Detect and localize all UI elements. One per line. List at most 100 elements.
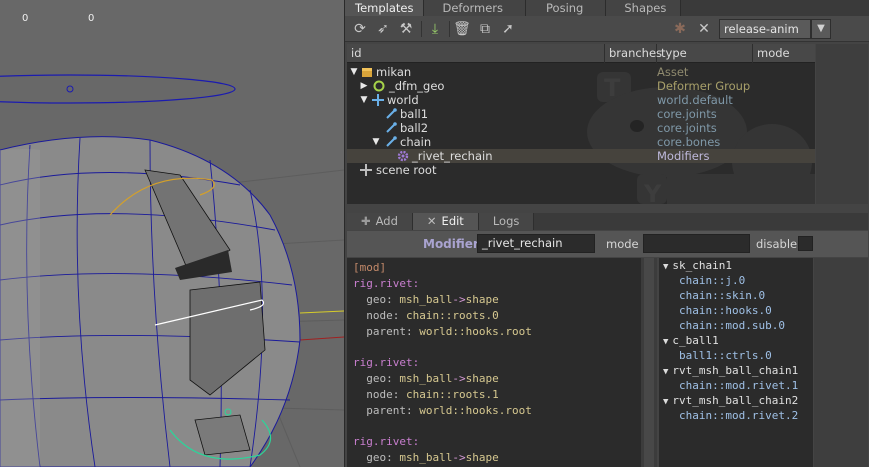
tree-item-label: _rivet_rechain: [412, 149, 493, 163]
tab-shapes[interactable]: Shapes: [606, 0, 682, 16]
expand-arrow-icon: ▼: [663, 367, 669, 377]
toolbar: ⟳ ➶ ⚒ ⤓ 🗑 ⧉ ➚ ✱ ✕ release-anim ▼: [345, 16, 869, 42]
outline-group[interactable]: ▼ rvt_msh_ball_chain1: [663, 363, 798, 378]
tree-item-label: chain: [400, 135, 432, 149]
code-line: geo: msh_ball->shape: [366, 372, 499, 385]
tools-icon: ✕: [426, 214, 437, 228]
trash-icon[interactable]: 🗑: [453, 20, 471, 38]
move-icon: [360, 164, 372, 176]
code-line: geo: msh_ball->shape: [366, 451, 499, 464]
disable-label: disable: [756, 237, 798, 251]
column-mode[interactable]: mode: [753, 44, 815, 63]
tab-deformers[interactable]: Deformers: [424, 0, 527, 16]
tab-templates[interactable]: Templates: [345, 0, 425, 16]
tab-logs[interactable]: Logs: [478, 213, 535, 230]
tab-add[interactable]: ✚ Add: [347, 213, 413, 230]
tab-posing[interactable]: Posing: [526, 0, 607, 16]
tools-icon[interactable]: ✕: [695, 20, 713, 38]
column-type[interactable]: type: [657, 44, 753, 63]
hud-value: 0: [22, 13, 29, 24]
chevron-down-icon[interactable]: ▼: [811, 19, 831, 39]
select-arrow-icon[interactable]: ➚: [499, 20, 517, 38]
bug-icon[interactable]: ✱: [671, 20, 689, 38]
template-tree[interactable]: T Y id branches type mode ▼ mikan Asset …: [347, 44, 815, 204]
expand-arrow-icon: ▼: [663, 397, 669, 407]
expand-arrow-icon[interactable]: ▼: [349, 65, 359, 79]
disable-checkbox[interactable]: [798, 236, 813, 251]
mode-label: mode: [606, 237, 639, 251]
bone-icon: [386, 136, 397, 147]
column-id[interactable]: id: [347, 44, 605, 63]
preset-dropdown[interactable]: release-anim: [719, 19, 811, 39]
column-branches[interactable]: branches: [605, 44, 662, 63]
outline-group[interactable]: ▼ sk_chain1: [663, 258, 732, 273]
tree-row-mikan[interactable]: ▼ mikan Asset: [347, 65, 815, 79]
tree-item-type: core.joints: [657, 107, 717, 121]
outline-item[interactable]: ball1::ctrls.0: [679, 348, 772, 363]
expand-arrow-icon[interactable]: ▼: [359, 93, 369, 107]
tree-item-label: ball1: [400, 107, 429, 121]
deformer-icon: [373, 80, 385, 92]
tree-item-type: Deformer Group: [657, 79, 751, 93]
code-section: [mod]: [353, 261, 387, 274]
tree-row-ball1[interactable]: ball1 core.joints: [347, 107, 815, 121]
code-editor[interactable]: [mod] rig.rivet: geo: msh_ball->shape no…: [347, 258, 641, 467]
tree-row-chain[interactable]: ▼ chain core.bones: [347, 135, 815, 149]
download-icon[interactable]: ⤓: [426, 20, 444, 38]
tab-edit[interactable]: ✕ Edit: [412, 213, 479, 230]
tree-row-ball2[interactable]: ball2 core.joints: [347, 121, 815, 135]
duplicate-icon[interactable]: ⧉: [476, 20, 494, 38]
panel-tabs: Templates Deformers Posing Shapes: [345, 0, 869, 16]
outline-item[interactable]: chain::mod.sub.0: [679, 318, 785, 333]
modifier-name-field[interactable]: _rivet_rechain: [477, 234, 595, 253]
expand-arrow-icon: ▼: [663, 262, 669, 272]
code-class: rig.rivet:: [353, 435, 420, 448]
code-scrollbar[interactable]: [641, 258, 657, 467]
code-line: node: chain::roots.1: [366, 388, 499, 401]
outline-item[interactable]: chain::mod.rivet.1: [679, 378, 798, 393]
outline-scrollbar[interactable]: [814, 258, 868, 467]
tree-item-label: world: [387, 93, 419, 107]
tree-row-dfm-geo[interactable]: ▶ _dfm_geo Deformer Group: [347, 79, 815, 93]
expand-arrow-icon: ▼: [663, 337, 669, 347]
gear-icon: [397, 150, 409, 162]
tree-row-world[interactable]: ▼ world world.default: [347, 93, 815, 107]
tree-item-type: core.bones: [657, 135, 721, 149]
joint-icon: [386, 122, 397, 133]
outline-group[interactable]: ▼ rvt_msh_ball_chain2: [663, 393, 798, 408]
tree-scrollbar[interactable]: [816, 44, 868, 204]
tree-header: id branches type mode: [347, 44, 815, 63]
tree-item-type: world.default: [657, 93, 733, 107]
tree-row-rivet-rechain[interactable]: _rivet_rechain Modifiers: [347, 149, 815, 163]
collapse-arrow-icon[interactable]: ▶: [359, 79, 369, 93]
tree-item-type: core.joints: [657, 121, 717, 135]
outline-panel[interactable]: ▼ sk_chain1 chain::j.0 chain::skin.0 chai…: [659, 258, 813, 467]
outline-item[interactable]: chain::mod.rivet.2: [679, 408, 798, 423]
broom-icon[interactable]: ⚒: [397, 20, 415, 38]
code-line: parent: world::hooks.root: [366, 404, 532, 417]
package-icon: [362, 68, 372, 77]
tab-edit-label: Edit: [441, 214, 464, 228]
svg-text:Y: Y: [643, 180, 662, 204]
scroll-handle[interactable]: [644, 258, 654, 467]
expand-arrow-icon[interactable]: ▼: [371, 135, 381, 149]
tree-item-type: Asset: [657, 65, 689, 79]
code-line: node: chain::roots.0: [366, 309, 499, 322]
mode-field[interactable]: [643, 234, 750, 253]
plus-icon: ✚: [361, 214, 371, 228]
outline-item[interactable]: chain::skin.0: [679, 288, 765, 303]
tree-item-label: _dfm_geo: [389, 79, 445, 93]
tree-row-scene-root[interactable]: scene root: [347, 163, 815, 177]
editor-tabs: ✚ Add ✕ Edit Logs: [347, 213, 868, 230]
outline-item[interactable]: chain::hooks.0: [679, 303, 772, 318]
code-line: geo: msh_ball->shape: [366, 293, 499, 306]
refresh-icon[interactable]: ⟳: [351, 20, 369, 38]
code-class: rig.rivet:: [353, 356, 420, 369]
rocket-icon[interactable]: ➶: [374, 20, 392, 38]
3d-viewport[interactable]: 0 0: [0, 0, 344, 467]
tree-item-type: Modifiers: [657, 149, 710, 163]
outline-item[interactable]: chain::j.0: [679, 273, 745, 288]
hud-value: 0: [88, 13, 95, 24]
outline-group[interactable]: ▼ c_ball1: [663, 333, 719, 348]
joint-icon: [386, 108, 397, 119]
